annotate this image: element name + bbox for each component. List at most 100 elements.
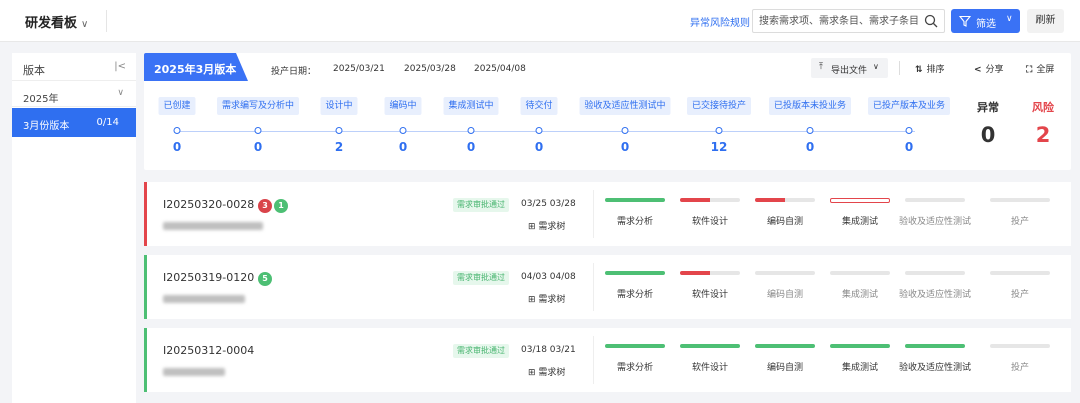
- sidebar-item-label: 3月份版本: [23, 121, 70, 132]
- count-badge: 3: [258, 199, 272, 213]
- top-bar: 研发看板∨ 异常风险规则 筛选 ∨ 刷新: [0, 0, 1080, 42]
- refresh-button[interactable]: 刷新: [1027, 9, 1064, 33]
- risk-indicator-bar: [144, 328, 147, 392]
- phase-label: 编码自测: [766, 217, 804, 227]
- sidebar-title: 版本: [23, 64, 45, 77]
- chevron-down-icon: ∨: [117, 88, 124, 98]
- stage-label: 设计中: [320, 97, 358, 115]
- phase-label: 需求分析: [616, 290, 654, 300]
- fullscreen-icon: ⛶: [1026, 65, 1033, 75]
- tree-icon: ⊞: [528, 222, 539, 232]
- phase-label: 验收及适应性测试: [898, 363, 972, 373]
- production-date-label: 投产日期：: [271, 67, 317, 77]
- divider: [106, 10, 107, 32]
- tree-label: 需求树: [538, 222, 566, 232]
- requirement-id[interactable]: I20250319-0120: [163, 271, 254, 284]
- production-date: 2025/03/28: [404, 64, 456, 74]
- year-label: 2025年: [23, 94, 59, 105]
- stage-dot: [399, 127, 407, 134]
- sort-icon: ⇅: [915, 65, 923, 75]
- phase-label: 投产: [1010, 290, 1030, 300]
- phase-bar: [990, 271, 1050, 275]
- phase-label: 软件设计: [691, 217, 729, 227]
- fullscreen-button[interactable]: ⛶ 全屏: [1026, 62, 1054, 75]
- fullscreen-label: 全屏: [1036, 65, 1055, 75]
- requirement-card[interactable]: I20250312-0004 需求审批通过 03/18 03/21 ⊞ 需求树 需求分析…: [144, 328, 1071, 392]
- requirement-tree-button[interactable]: ⊞ 需求树: [528, 219, 565, 232]
- requirement-tree-button[interactable]: ⊞ 需求树: [528, 365, 565, 378]
- tree-icon: ⊞: [528, 368, 539, 378]
- phase-bar: [830, 198, 890, 203]
- stage-dot: [806, 127, 814, 134]
- phase-bar: [605, 271, 665, 275]
- chevron-down-icon: ∨: [1006, 14, 1013, 24]
- requirement-id[interactable]: I20250320-0028: [163, 198, 254, 211]
- search-input[interactable]: [759, 13, 919, 29]
- divider: [593, 336, 594, 384]
- stage-count: 0: [904, 140, 914, 154]
- stage-count: 12: [710, 140, 728, 154]
- requirement-title-blurred: [163, 295, 245, 303]
- stage-label: 已创建: [158, 97, 196, 115]
- phase-bar: [680, 344, 740, 348]
- requirement-dates: 03/18 03/21: [521, 345, 576, 355]
- stage-label: 待交付: [520, 97, 558, 115]
- filter-button[interactable]: 筛选 ∨: [951, 9, 1020, 33]
- phase-bar: [755, 271, 815, 275]
- board-selector[interactable]: 研发看板 ∨: [25, 12, 88, 31]
- risk-summary[interactable]: 风险 2: [1018, 99, 1068, 147]
- stage-label: 编码中: [384, 97, 422, 115]
- stage-dot: [467, 127, 475, 134]
- phase-label: 需求分析: [616, 217, 654, 227]
- abnormal-summary[interactable]: 异常 0: [963, 99, 1013, 147]
- stage-dot: [621, 127, 629, 134]
- count-badge: 5: [258, 272, 272, 286]
- export-button[interactable]: ⤒ 导出文件 ∨: [811, 58, 888, 78]
- version-overview: 2025年3月版本 投产日期： 2025/03/21 2025/03/28 20…: [144, 53, 1071, 170]
- stage-dot: [715, 127, 723, 134]
- divider: [593, 190, 594, 238]
- export-label: 导出文件: [831, 66, 868, 76]
- phase-bar: [755, 344, 815, 348]
- phase-bar: [755, 198, 815, 202]
- stage-dot: [535, 127, 543, 134]
- phase-label: 编码自测: [766, 290, 804, 300]
- requirement-id[interactable]: I20250312-0004: [163, 344, 254, 357]
- stage-count: 0: [466, 140, 476, 154]
- sort-button[interactable]: ⇅ 排序: [915, 62, 945, 75]
- collapse-icon[interactable]: |<: [114, 61, 126, 72]
- abnormal-label: 异常: [977, 101, 999, 114]
- sidebar-item-march-version[interactable]: 3月份版本 0/14: [12, 108, 136, 137]
- board-title: 研发看板: [25, 16, 78, 31]
- stage-label: 集成测试中: [443, 97, 499, 115]
- divider: [899, 61, 900, 75]
- risk-rule-link[interactable]: 异常风险规则: [690, 14, 750, 29]
- abnormal-count: 0: [980, 123, 996, 147]
- stage-label: 已投产版本及业务: [867, 97, 951, 115]
- requirement-tree-button[interactable]: ⊞ 需求树: [528, 292, 565, 305]
- requirement-title-blurred: [163, 222, 263, 230]
- risk-count: 2: [1035, 123, 1051, 147]
- phase-bar: [605, 198, 665, 202]
- requirement-card[interactable]: I20250320-0028 3 1 需求审批通过 03/25 03/28 ⊞ 需求树 需求…: [144, 182, 1071, 246]
- stage-timeline: [177, 131, 915, 132]
- search-icon[interactable]: [924, 14, 938, 28]
- risk-indicator-bar: [144, 255, 147, 319]
- requirement-card[interactable]: I20250319-0120 5 需求审批通过 04/03 04/08 ⊞ 需求树 需求分…: [144, 255, 1071, 319]
- phase-bar: [680, 198, 740, 202]
- stage-label: 已投版本未投业务: [768, 97, 852, 115]
- share-icon: <: [974, 65, 982, 75]
- sidebar-item-count: 0/14: [96, 117, 119, 128]
- stage-count: 0: [620, 140, 630, 154]
- year-selector[interactable]: 2025年 ∨: [12, 82, 136, 107]
- version-title: 2025年3月版本: [154, 63, 237, 76]
- chevron-down-icon: ∨: [873, 62, 879, 71]
- version-sidebar: 版本 |< 2025年 ∨ 3月份版本 0/14: [12, 53, 136, 403]
- phase-label: 集成测试: [841, 363, 879, 373]
- status-badge: 需求审批通过: [453, 271, 509, 285]
- phase-bar: [990, 198, 1050, 202]
- search-box[interactable]: [752, 9, 945, 33]
- risk-label: 风险: [1032, 101, 1054, 114]
- share-button[interactable]: < 分享: [974, 62, 1004, 75]
- status-badge: 需求审批通过: [453, 198, 509, 212]
